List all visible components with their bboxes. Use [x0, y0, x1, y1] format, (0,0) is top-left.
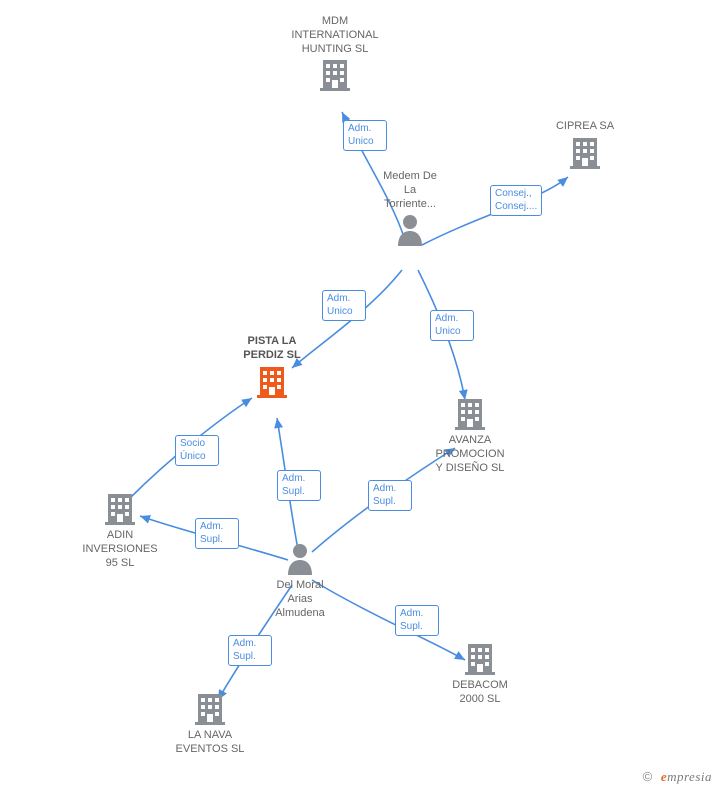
building-icon — [568, 136, 602, 170]
building-icon — [318, 58, 352, 92]
building-icon — [103, 492, 137, 526]
node-adin[interactable]: ADIN INVERSIONES 95 SL — [60, 490, 180, 570]
node-debacom[interactable]: DEBACOM 2000 SL — [420, 640, 540, 707]
building-icon — [255, 365, 289, 399]
edge-label-delmoral-debacom: Adm. Supl. — [395, 605, 439, 636]
building-icon — [193, 692, 227, 726]
edge-label-delmoral-lanava: Adm. Supl. — [228, 635, 272, 666]
edge-label-delmoral-avanza: Adm. Supl. — [368, 480, 412, 511]
person-icon — [395, 213, 425, 250]
copyright-symbol: © — [643, 769, 653, 784]
node-ciprea[interactable]: CIPREA SA — [525, 120, 645, 173]
node-avanza[interactable]: AVANZA PROMOCION Y DISEÑO SL — [410, 395, 530, 475]
node-label: PISTA LA PERDIZ SL — [212, 335, 332, 363]
building-icon — [463, 642, 497, 676]
node-label: DEBACOM 2000 SL — [420, 679, 540, 707]
node-label: MDM INTERNATIONAL HUNTING SL — [275, 15, 395, 56]
node-label: ADIN INVERSIONES 95 SL — [60, 529, 180, 570]
company-icon — [318, 58, 352, 95]
person-icon — [395, 213, 425, 247]
edge-label-medem-avanza: Adm. Unico — [430, 310, 474, 341]
node-mdm[interactable]: MDM INTERNATIONAL HUNTING SL — [275, 15, 395, 95]
company-icon — [463, 642, 497, 679]
person-icon — [285, 542, 315, 579]
company-icon — [103, 492, 137, 529]
node-label: AVANZA PROMOCION Y DISEÑO SL — [410, 434, 530, 475]
node-label: CIPREA SA — [525, 120, 645, 134]
node-label: Medem De La Torriente... — [350, 170, 470, 211]
company-icon — [193, 692, 227, 729]
company-icon — [568, 136, 602, 173]
company-icon — [453, 397, 487, 434]
watermark: © empresia — [643, 769, 712, 785]
node-label: Del Moral Arias Almudena — [240, 579, 360, 620]
node-medem[interactable]: Medem De La Torriente... — [350, 170, 470, 250]
edge-label-medem-mdm: Adm. Unico — [343, 120, 387, 151]
company-icon — [255, 365, 289, 402]
edge-label-medem-pista: Adm. Unico — [322, 290, 366, 321]
building-icon — [453, 397, 487, 431]
brand-rest: mpresia — [667, 769, 712, 784]
edge-label-adin-pista: Socio Único — [175, 435, 219, 466]
node-pista[interactable]: PISTA LA PERDIZ SL — [212, 335, 332, 402]
node-delmoral[interactable]: Del Moral Arias Almudena — [240, 540, 360, 620]
diagram-canvas: MDM INTERNATIONAL HUNTING SL CIPREA SA P… — [0, 0, 728, 795]
edge-label-medem-ciprea: Consej., Consej.... — [490, 185, 542, 216]
edge-label-delmoral-adin: Adm. Supl. — [195, 518, 239, 549]
node-label: LA NAVA EVENTOS SL — [150, 729, 270, 757]
node-lanava[interactable]: LA NAVA EVENTOS SL — [150, 690, 270, 757]
edge-label-delmoral-pista: Adm. Supl. — [277, 470, 321, 501]
person-icon — [285, 542, 315, 576]
